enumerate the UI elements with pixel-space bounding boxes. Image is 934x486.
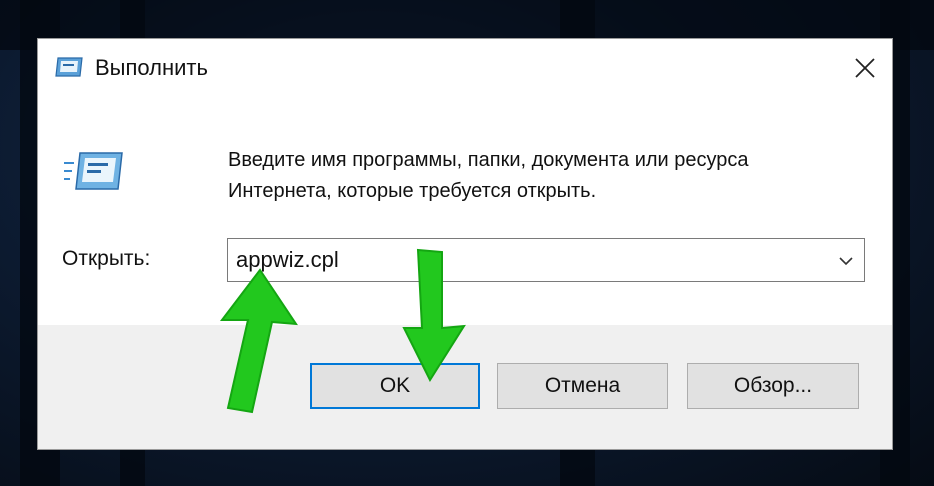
ok-button[interactable]: OK bbox=[310, 363, 480, 409]
button-bar: OK Отмена Обзор... bbox=[38, 325, 892, 449]
cancel-button[interactable]: Отмена bbox=[497, 363, 668, 409]
run-program-icon bbox=[64, 152, 123, 190]
close-icon[interactable] bbox=[852, 55, 878, 81]
open-label: Открыть: bbox=[62, 247, 151, 270]
command-input[interactable] bbox=[236, 245, 816, 275]
run-icon bbox=[55, 57, 83, 77]
run-dialog: Выполнить Введите имя программы, папки, … bbox=[37, 38, 893, 450]
browse-button[interactable]: Обзор... bbox=[687, 363, 859, 409]
title-bar: Выполнить bbox=[38, 39, 892, 102]
instruction-line-2: Интернета, которые требуется открыть. bbox=[228, 180, 597, 202]
dialog-content: Введите имя программы, папки, документа … bbox=[38, 101, 892, 325]
instruction-line-1: Введите имя программы, папки, документа … bbox=[228, 149, 749, 171]
command-combobox[interactable] bbox=[227, 238, 865, 282]
instruction-text: Введите имя программы, папки, документа … bbox=[228, 145, 878, 207]
chevron-down-icon[interactable] bbox=[836, 251, 856, 271]
window-title: Выполнить bbox=[95, 55, 208, 80]
